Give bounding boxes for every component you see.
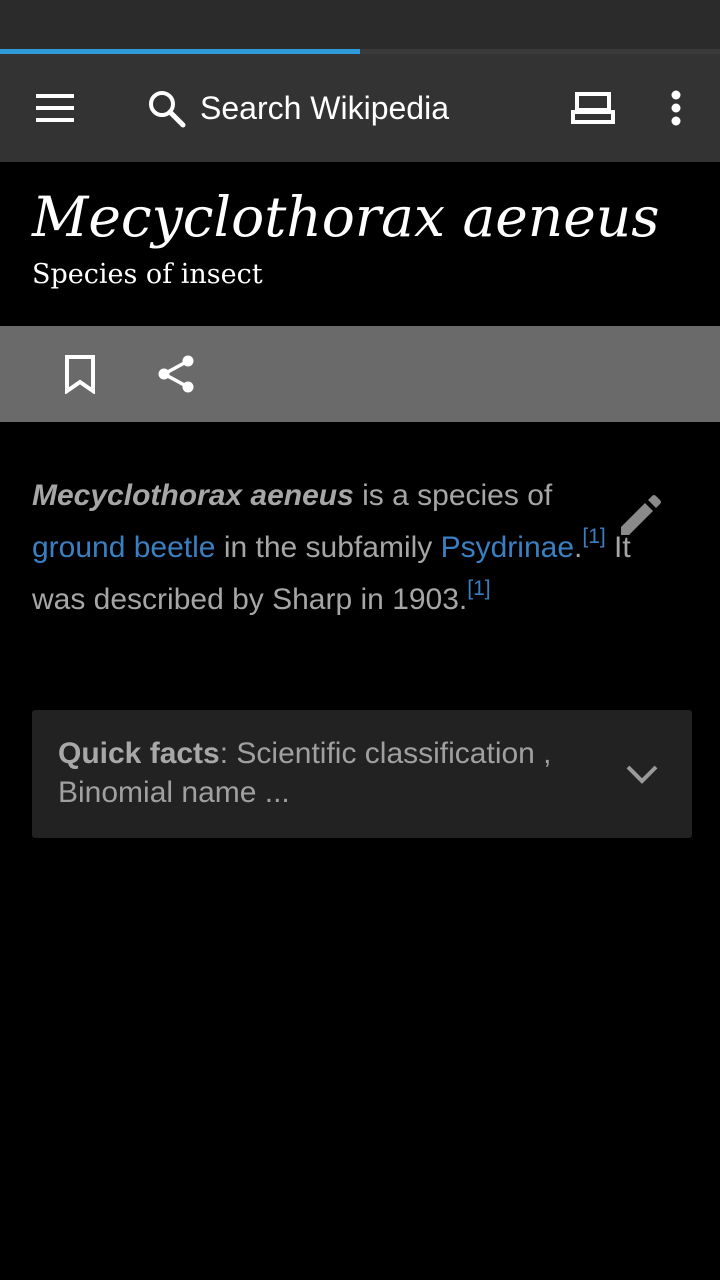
more-vert-icon	[671, 90, 681, 126]
lead-text: is a species of	[353, 479, 553, 512]
article-lead-paragraph: Mecyclothorax aeneus is a species of gro…	[32, 470, 632, 626]
reading-list-button[interactable]	[560, 80, 626, 136]
more-options-button[interactable]	[650, 76, 702, 140]
lead-text: in the subfamily	[215, 531, 441, 564]
edit-pencil-icon	[621, 495, 661, 535]
reference-link[interactable]: [1]	[467, 577, 490, 600]
quick-facts-label: Quick facts	[58, 737, 220, 770]
search-input[interactable]: Search Wikipedia	[200, 84, 530, 132]
article-action-bar	[0, 326, 720, 422]
page-subtitle: Species of insect	[32, 259, 263, 290]
share-button[interactable]	[146, 346, 206, 402]
share-icon	[158, 355, 194, 393]
article-header: Mecyclothorax aeneus Species of insect	[0, 162, 720, 326]
page-title: Mecyclothorax aeneus	[32, 185, 660, 249]
bookmark-icon	[65, 355, 95, 394]
expand-quick-facts-button[interactable]	[612, 744, 672, 804]
reading-list-icon	[571, 92, 615, 124]
bookmark-button[interactable]	[50, 346, 110, 402]
quick-facts-text: Quick facts: Scientific classification ,…	[58, 734, 598, 812]
search-icon[interactable]	[140, 82, 194, 136]
lead-bold-term: Mecyclothorax aeneus	[32, 479, 354, 512]
link-psydrinae[interactable]: Psydrinae	[441, 531, 574, 564]
edit-button[interactable]	[608, 484, 672, 548]
link-ground-beetle[interactable]: ground beetle	[32, 531, 216, 564]
menu-icon	[36, 94, 74, 122]
status-bar	[0, 0, 720, 50]
top-toolbar: Search Wikipedia	[0, 54, 720, 162]
menu-button[interactable]	[20, 78, 92, 138]
reference-link[interactable]: [1]	[582, 525, 605, 548]
quick-facts-box[interactable]: Quick facts: Scientific classification ,…	[32, 710, 692, 838]
chevron-down-icon	[626, 765, 658, 784]
